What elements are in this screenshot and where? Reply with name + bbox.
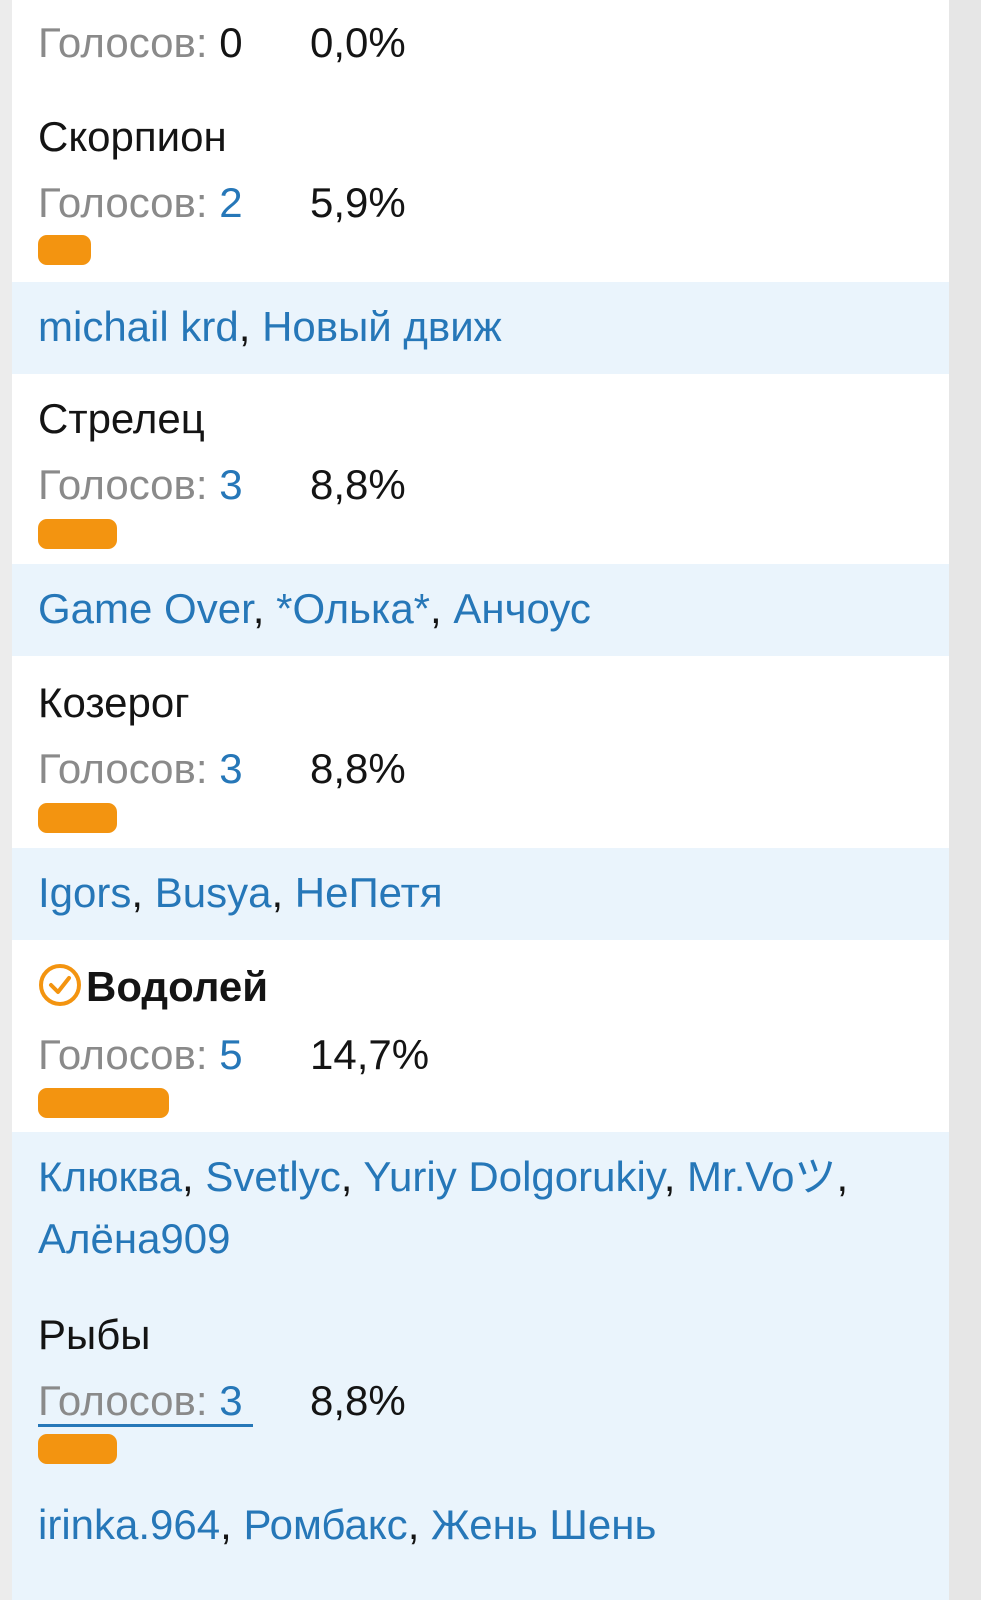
vote-stat: Голосов: 5 14,7% — [38, 1030, 429, 1080]
voter-link[interactable]: irinka.964 — [38, 1501, 220, 1548]
voter-link[interactable]: Ромбакс — [243, 1501, 407, 1548]
voter-link[interactable]: *Олька* — [276, 585, 430, 632]
voter-link[interactable]: Yuriy Dolgorukiy — [363, 1153, 663, 1200]
vote-count-link[interactable]: Голосов: 3 — [38, 1377, 253, 1427]
voter-link[interactable]: Busya — [155, 869, 272, 916]
vote-bar — [38, 519, 117, 549]
vote-stat: Голосов: 3 8,8% — [38, 1376, 406, 1427]
vote-label: Голосов: — [38, 179, 208, 226]
option-title: Козерог — [38, 679, 190, 726]
vote-label: Голосов: — [38, 19, 208, 66]
vote-label: Голосов: — [38, 1031, 208, 1078]
poll-option: Стрелец Голосов: 3 8,8% — [12, 374, 949, 564]
voter-link[interactable]: michail krd — [38, 303, 239, 350]
vote-count: 0 — [219, 19, 243, 66]
poll-option: Скорпион Голосов: 2 5,9% — [12, 92, 949, 282]
voter-link[interactable]: Новый движ — [262, 303, 502, 350]
option-title: Водолей — [38, 962, 268, 1018]
vote-count-link[interactable]: 5 — [219, 1031, 242, 1078]
voters-list: Igors, Busya, НеПетя — [12, 848, 949, 940]
vote-label: Голосов: — [38, 745, 208, 792]
vote-bar — [38, 1088, 169, 1118]
page-right-edge — [949, 0, 981, 1600]
option-title: Рыбы — [38, 1311, 151, 1358]
voter-link[interactable]: НеПетя — [295, 869, 443, 916]
vote-percent: 8,8% — [310, 745, 406, 792]
vote-label: Голосов: — [38, 1377, 208, 1424]
vote-bar — [38, 235, 91, 265]
vote-count-link[interactable]: 3 — [219, 745, 242, 792]
voters-list: Game Over, *Олька*, Анчоус — [12, 564, 949, 656]
poll-option: Голосов: 0 0,0% — [12, 0, 949, 92]
vote-percent: 5,9% — [310, 179, 406, 226]
vote-percent: 14,7% — [310, 1031, 430, 1078]
vote-count-link[interactable]: 2 — [219, 179, 242, 226]
voter-link[interactable]: Жень Шень — [431, 1501, 656, 1548]
voters-list: Клюква, Svetlyc, Yuriy Dolgorukiy, Mr.Vo… — [12, 1132, 949, 1300]
vote-stat: Голосов: 0 0,0% — [38, 18, 406, 68]
voters-list: michail krd, Новый движ — [12, 282, 949, 374]
vote-stat: Голосов: 3 8,8% — [38, 460, 406, 510]
voter-link[interactable]: Mr.Voツ — [687, 1153, 836, 1200]
voter-link[interactable]: Svetlyc — [205, 1153, 340, 1200]
vote-count: 3 — [219, 1377, 243, 1424]
poll-option: Рыбы Голосов: 3 8,8% irinka.964, Ромбакс… — [12, 1300, 949, 1600]
vote-bar — [38, 1434, 117, 1464]
poll-results: Голосов: 0 0,0% Скорпион Голосов: 2 5,9%… — [12, 0, 949, 1600]
voter-link[interactable]: Анчоус — [453, 585, 591, 632]
vote-bar — [38, 803, 117, 833]
vote-percent: 8,8% — [310, 1377, 406, 1424]
vote-stat: Голосов: 3 8,8% — [38, 744, 406, 794]
option-title-text: Водолей — [86, 963, 269, 1010]
poll-option: Козерог Голосов: 3 8,8% — [12, 656, 949, 848]
voter-link[interactable]: Igors — [38, 869, 131, 916]
vote-percent: 8,8% — [310, 461, 406, 508]
vote-count-link[interactable]: 3 — [219, 461, 242, 508]
option-title: Скорпион — [38, 113, 227, 160]
vote-label: Голосов: — [38, 461, 208, 508]
voter-link[interactable]: Алёна909 — [38, 1215, 231, 1262]
check-circle-icon — [38, 963, 82, 1018]
voter-link[interactable]: Клюква — [38, 1153, 182, 1200]
page-left-edge — [0, 0, 12, 1600]
poll-option-selected: Водолей Голосов: 5 14,7% — [12, 940, 949, 1132]
voter-link[interactable]: Game Over — [38, 585, 253, 632]
vote-stat: Голосов: 2 5,9% — [38, 178, 406, 228]
option-title: Стрелец — [38, 395, 205, 442]
vote-percent: 0,0% — [310, 19, 406, 66]
